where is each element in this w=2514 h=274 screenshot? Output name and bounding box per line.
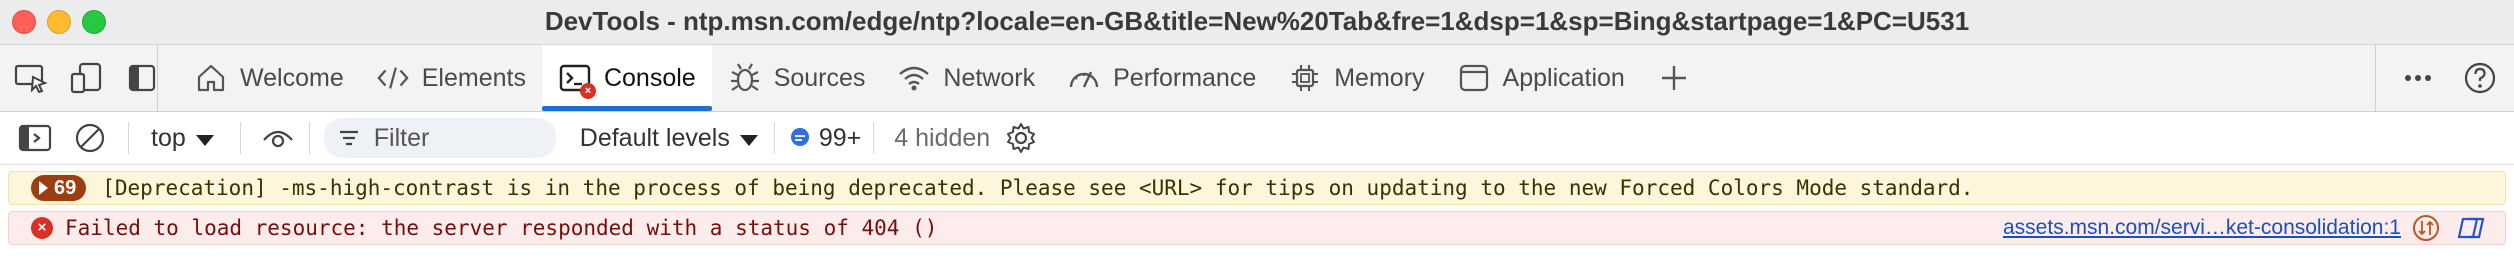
console-toolbar: top Filter Default levels 99+ 4 hidden bbox=[0, 112, 2514, 165]
filter-input-wrapper[interactable]: Filter bbox=[320, 112, 556, 164]
hidden-count: 4 hidden bbox=[894, 123, 991, 152]
issues-counter[interactable]: 99+ bbox=[785, 112, 861, 164]
plus-icon bbox=[1661, 66, 1686, 90]
tab-sources[interactable]: Sources bbox=[712, 45, 882, 111]
toolbar-right-actions bbox=[2375, 45, 2514, 111]
window-icon bbox=[1457, 61, 1491, 95]
message-source-link[interactable]: assets.msn.com/servi…ket-consolidation:1 bbox=[2003, 216, 2401, 240]
tab-label: Performance bbox=[1113, 63, 1257, 92]
tab-application[interactable]: Application bbox=[1441, 45, 1641, 111]
tab-console[interactable]: × Console bbox=[541, 45, 712, 111]
console-warning-message[interactable]: 69 [Deprecation] -ms-high-contrast is in… bbox=[8, 171, 2506, 205]
devtools-tabbar: Welcome Elements × Console Sources Netwo… bbox=[0, 45, 2514, 112]
clear-console-icon[interactable] bbox=[52, 112, 106, 164]
device-emulation-icon[interactable] bbox=[70, 60, 104, 96]
chevron-down-icon bbox=[739, 134, 758, 146]
bug-icon bbox=[728, 61, 762, 95]
device-tools-group bbox=[0, 45, 158, 111]
tab-label: Application bbox=[1502, 63, 1625, 92]
live-expression-icon[interactable] bbox=[251, 112, 295, 164]
window-titlebar: DevTools - ntp.msn.com/edge/ntp?locale=e… bbox=[0, 0, 2514, 45]
tab-label: Welcome bbox=[240, 63, 344, 92]
expand-triangle-icon bbox=[39, 181, 48, 195]
repeat-count: 69 bbox=[54, 176, 77, 199]
console-icon: × bbox=[558, 61, 596, 99]
toolbar-divider bbox=[239, 122, 241, 154]
filter-icon bbox=[339, 130, 358, 146]
tab-performance[interactable]: Performance bbox=[1051, 45, 1272, 111]
tab-label: Elements bbox=[421, 63, 526, 92]
code-icon bbox=[376, 61, 410, 95]
repeat-count-badge[interactable]: 69 bbox=[31, 175, 87, 201]
message-bubble-icon bbox=[790, 128, 809, 146]
context-selector[interactable]: top bbox=[139, 112, 214, 164]
tab-label: Console bbox=[603, 63, 696, 92]
hidden-messages: 4 hidden bbox=[884, 112, 990, 164]
tab-network[interactable]: Network bbox=[881, 45, 1051, 111]
toolbar-divider bbox=[773, 122, 775, 154]
gauge-icon bbox=[1067, 61, 1101, 95]
filter-placeholder: Filter bbox=[373, 123, 430, 152]
chevron-down-icon bbox=[195, 134, 214, 146]
tab-label: Sources bbox=[773, 63, 866, 92]
tab-elements[interactable]: Elements bbox=[360, 45, 542, 111]
tab-label: Memory bbox=[1334, 63, 1425, 92]
help-icon[interactable] bbox=[2462, 60, 2498, 96]
tab-label: Network bbox=[943, 63, 1036, 92]
tab-welcome[interactable]: Welcome bbox=[178, 45, 360, 111]
toolbar-divider bbox=[308, 122, 310, 154]
network-request-icon[interactable] bbox=[2411, 213, 2441, 243]
console-error-message[interactable]: × Failed to load resource: the server re… bbox=[8, 211, 2506, 245]
error-icon: × bbox=[31, 217, 53, 239]
console-settings-icon[interactable] bbox=[990, 112, 1038, 164]
show-sidebar-icon[interactable] bbox=[0, 112, 52, 164]
error-badge-icon: × bbox=[579, 83, 596, 99]
wifi-icon bbox=[897, 61, 931, 95]
toolbar-divider bbox=[128, 122, 129, 154]
add-tool-button[interactable] bbox=[1641, 45, 1707, 111]
log-levels-dropdown[interactable]: Default levels bbox=[556, 112, 758, 164]
log-levels-value: Default levels bbox=[579, 123, 730, 152]
copilot-explain-icon[interactable] bbox=[2455, 213, 2485, 243]
home-icon bbox=[194, 61, 228, 95]
chip-icon bbox=[1288, 61, 1322, 95]
inspect-element-icon[interactable] bbox=[14, 60, 48, 96]
filter-input[interactable]: Filter bbox=[323, 118, 556, 158]
context-value: top bbox=[151, 123, 186, 152]
more-options-icon[interactable] bbox=[2400, 60, 2436, 96]
tab-memory[interactable]: Memory bbox=[1272, 45, 1440, 111]
message-text: Failed to load resource: the server resp… bbox=[65, 216, 938, 240]
message-actions bbox=[2411, 213, 2485, 243]
window-title: DevTools - ntp.msn.com/edge/ntp?locale=e… bbox=[544, 6, 1970, 36]
dock-sidebar-icon[interactable] bbox=[126, 60, 157, 96]
panel-tabs: Welcome Elements × Console Sources Netwo… bbox=[158, 45, 1707, 111]
issues-count: 99+ bbox=[818, 123, 862, 152]
message-text: [Deprecation] -ms-high-contrast is in th… bbox=[102, 176, 1974, 200]
toolbar-divider bbox=[873, 122, 875, 154]
